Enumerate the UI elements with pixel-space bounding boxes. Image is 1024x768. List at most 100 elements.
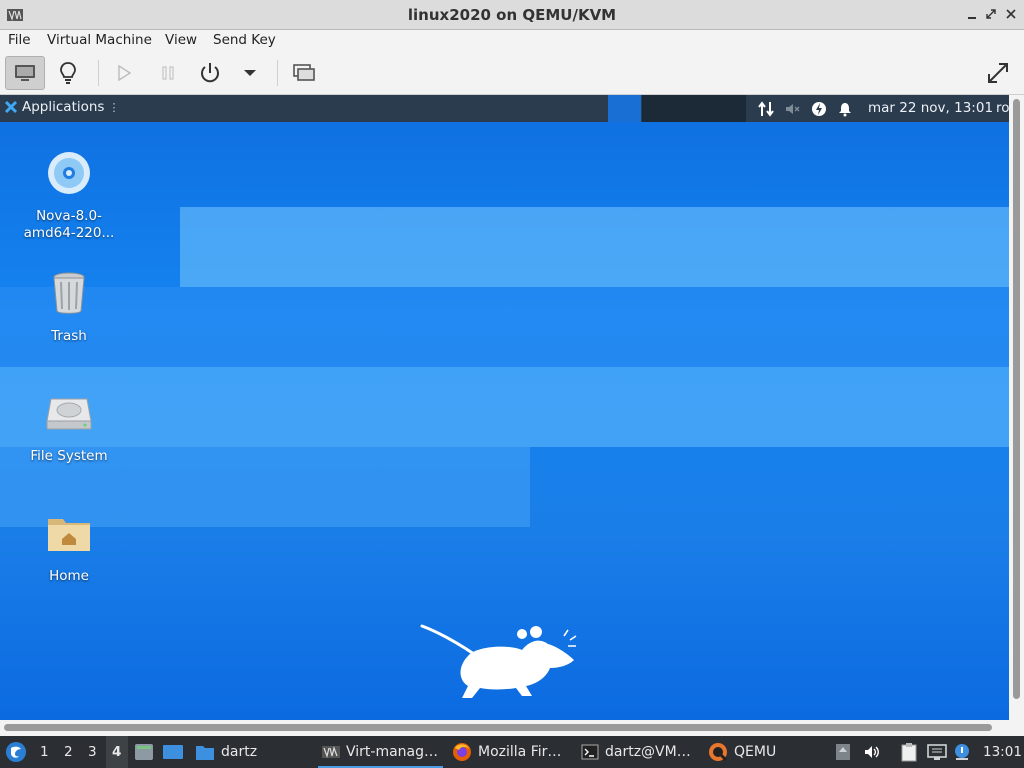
network-icon[interactable] — [757, 100, 775, 118]
xfce-icon — [4, 100, 18, 114]
wallpaper-band — [0, 367, 1009, 447]
file-manager-icon — [135, 744, 153, 760]
wallpaper-band — [0, 287, 1009, 367]
vertical-scrollbar[interactable] — [1009, 95, 1024, 720]
scroll-thumb[interactable] — [4, 724, 992, 731]
lightbulb-icon — [60, 62, 76, 84]
desktop-icon-label: Home — [49, 568, 89, 584]
menu-send-key[interactable]: Send Key — [213, 32, 276, 48]
launcher-folder-dartz[interactable]: dartz — [195, 736, 257, 768]
guest-clock[interactable]: mar 22 nov, 13:01 — [868, 100, 993, 116]
shutdown-button[interactable] — [190, 56, 230, 90]
network-wired-icon — [927, 744, 947, 760]
shutdown-menu-button[interactable] — [230, 56, 270, 90]
toolbar-separator — [277, 60, 278, 86]
workspace-button[interactable]: 1 — [40, 744, 49, 760]
power-icon — [201, 63, 219, 83]
host-clock[interactable]: 13:01 — [983, 744, 1022, 760]
desktop-icon-label: Trash — [51, 328, 87, 344]
task-qemu[interactable]: QEMU — [708, 736, 776, 768]
folder-label: dartz — [221, 744, 258, 760]
minimize-icon — [968, 17, 976, 19]
desktop-icon-trash[interactable]: Trash — [14, 269, 124, 345]
hard-drive-icon — [46, 398, 92, 430]
applications-label: Applications — [22, 99, 105, 115]
firefox-icon — [453, 743, 471, 761]
tray-volume[interactable] — [863, 736, 881, 768]
virt-manager-icon — [322, 745, 340, 759]
power-manager-icon[interactable] — [810, 100, 828, 118]
task-label: QEMU — [734, 744, 777, 760]
console-view-button[interactable] — [5, 56, 45, 90]
maximize-icon — [986, 9, 996, 19]
trash-icon — [53, 272, 85, 314]
notification-bell-icon[interactable] — [836, 100, 854, 118]
menu-virtual-machine[interactable]: Virtual Machine — [47, 32, 152, 48]
host-taskbar: 1 2 3 4 dartz Virt-manag… Mozilla Fir… d… — [0, 736, 1024, 768]
details-view-button[interactable] — [48, 56, 88, 90]
optical-disc-icon — [48, 152, 90, 194]
task-label: dartz@VM… — [605, 744, 691, 760]
tray-clipboard[interactable] — [900, 736, 918, 768]
home-folder-icon — [48, 519, 90, 551]
tray-notifications[interactable] — [953, 736, 971, 768]
task-label: Mozilla Fir… — [478, 744, 562, 760]
pause-icon — [162, 66, 174, 80]
wallpaper-band — [180, 207, 1009, 287]
menu-grip-icon: ⋮ — [108, 100, 120, 114]
workspace-button[interactable]: 2 — [64, 744, 73, 760]
fullscreen-icon — [988, 63, 1008, 83]
chevron-down-icon — [244, 70, 256, 76]
workspace-1[interactable] — [608, 95, 641, 122]
launcher-desktop[interactable] — [162, 736, 184, 768]
workspace-button[interactable]: 3 — [88, 744, 97, 760]
menu-bar: File Virtual Machine View Send Key — [0, 30, 1024, 52]
menu-view[interactable]: View — [165, 32, 197, 48]
guest-user-menu[interactable]: ro — [996, 100, 1009, 116]
volume-muted-icon[interactable] — [783, 100, 801, 118]
snapshot-icon — [293, 64, 315, 81]
menu-file[interactable]: File — [8, 32, 31, 48]
guest-top-panel: Applications ⋮ mar 22 nov, 13:01 ro — [0, 95, 1009, 122]
clipboard-icon — [901, 743, 917, 762]
run-button[interactable] — [104, 56, 144, 90]
fullscreen-button[interactable] — [978, 56, 1018, 90]
folder-icon — [196, 746, 214, 760]
toolbar — [0, 52, 1024, 95]
monitor-icon — [15, 65, 35, 81]
desktop-icon-filesystem[interactable]: File System — [14, 389, 124, 465]
qemu-icon — [709, 743, 728, 762]
workspace-pager[interactable] — [642, 95, 746, 122]
launcher-files[interactable] — [134, 736, 154, 768]
scroll-thumb[interactable] — [1013, 99, 1020, 699]
whisker-menu-button[interactable] — [5, 736, 27, 768]
tray-updates[interactable] — [835, 736, 851, 768]
task-label: Virt-manag… — [346, 744, 439, 760]
maximize-button[interactable] — [983, 6, 999, 22]
minimize-button[interactable] — [964, 6, 980, 22]
package-icon — [836, 744, 850, 760]
snapshots-button[interactable] — [284, 56, 324, 90]
info-icon — [955, 744, 969, 760]
terminal-icon — [581, 744, 599, 760]
workspace-button-active[interactable]: 4 — [112, 744, 121, 760]
toolbar-separator — [98, 60, 99, 86]
applications-menu[interactable]: Applications ⋮ — [4, 99, 119, 115]
tray-network[interactable] — [927, 736, 947, 768]
window-title: linux2020 on QEMU/KVM — [407, 6, 617, 24]
vm-display[interactable]: Applications ⋮ mar 22 nov, 13:01 ro Nova… — [0, 95, 1009, 720]
window-titlebar: linux2020 on QEMU/KVM — [0, 0, 1024, 30]
horizontal-scrollbar[interactable] — [0, 720, 1024, 736]
desktop-icon-home[interactable]: Home — [14, 509, 124, 585]
desktop-icon-label: Nova-8.0- amd64-220... — [23, 208, 115, 241]
desktop-icon-label: File System — [30, 448, 108, 464]
task-terminal[interactable]: dartz@VM… — [581, 736, 691, 768]
show-desktop-icon — [163, 745, 183, 759]
xfce-mouse-logo — [420, 624, 577, 698]
close-button[interactable] — [1003, 6, 1019, 22]
task-virt-manager[interactable]: Virt-manag… — [322, 736, 438, 768]
volume-icon — [865, 746, 879, 758]
task-firefox[interactable]: Mozilla Fir… — [452, 736, 561, 768]
pause-button[interactable] — [148, 56, 188, 90]
desktop-icon-disc[interactable]: Nova-8.0- amd64-220... — [14, 149, 124, 242]
